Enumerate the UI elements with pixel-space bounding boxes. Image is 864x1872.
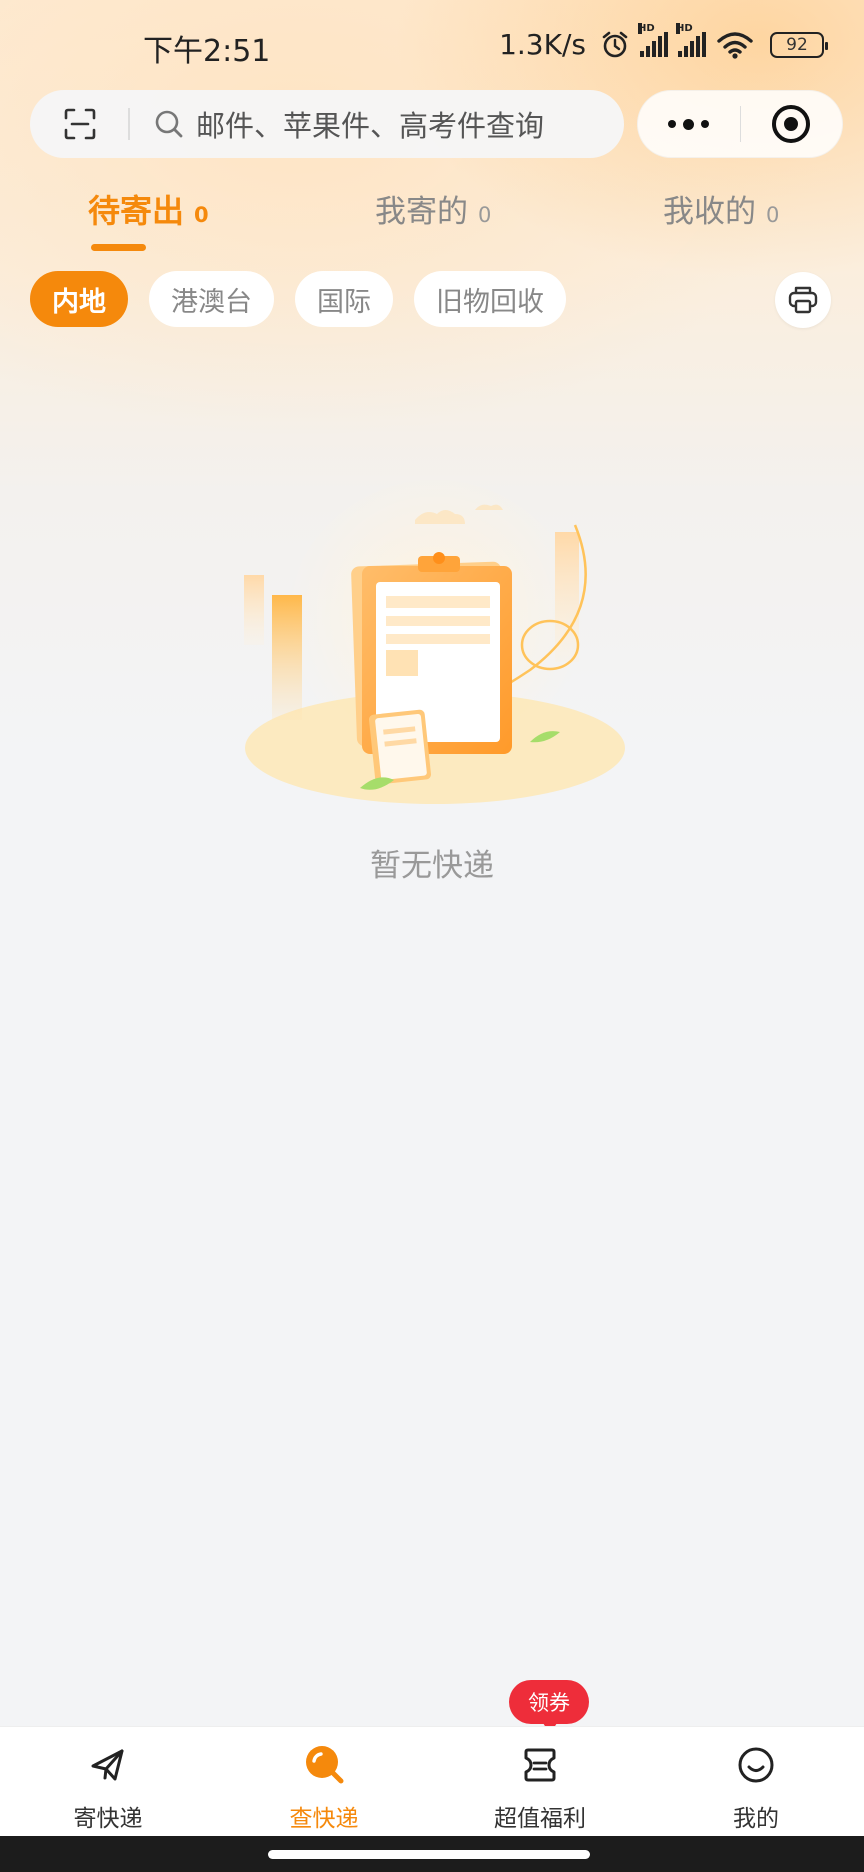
nav-mine[interactable]: 我的 <box>648 1727 864 1837</box>
search-icon <box>155 110 183 138</box>
more-dot-icon <box>701 120 710 128</box>
scan-button[interactable] <box>30 90 130 158</box>
battery-indicator: 92 <box>770 31 828 58</box>
more-button[interactable] <box>638 90 740 158</box>
signal-1-icon: HD <box>638 22 668 57</box>
smile-icon <box>734 1743 778 1787</box>
network-speed: 1.3K/s <box>499 28 586 61</box>
empty-state-message: 暂无快递 <box>370 848 494 884</box>
more-dot-icon <box>668 120 677 128</box>
tab-count: 0 <box>478 203 492 227</box>
tab-label: 我寄的 <box>375 194 468 230</box>
nav-label: 我的 <box>733 1806 779 1832</box>
shipment-tabs: 待寄出 0 我寄的 0 我收的 0 <box>0 186 864 256</box>
tab-count: 0 <box>766 203 780 227</box>
home-indicator[interactable] <box>268 1850 590 1859</box>
search-placeholder: 邮件、苹果件、高考件查询 <box>196 109 545 143</box>
printer-icon <box>788 286 818 314</box>
system-navigation-bar <box>0 1836 864 1872</box>
region-chip-mainland[interactable]: 内地 <box>30 271 128 327</box>
magnifier-icon <box>302 1743 346 1787</box>
tab-count: 0 <box>194 203 209 227</box>
search-bar[interactable]: 邮件、苹果件、高考件查询 <box>30 90 624 158</box>
tab-label: 我收的 <box>663 194 756 230</box>
target-icon <box>772 105 811 143</box>
nav-label: 查快递 <box>289 1806 359 1832</box>
status-icons: 1.3K/s HD HD 92 <box>499 22 828 61</box>
empty-clipboard-illustration <box>244 480 625 804</box>
miniprogram-capsule <box>637 90 843 158</box>
print-button[interactable] <box>775 272 831 328</box>
region-chip-recycle[interactable]: 旧物回收 <box>414 271 566 327</box>
status-time: 下午2:51 <box>143 34 271 69</box>
bottom-navigation: 寄快递 查快递 超值福利 我的 <box>0 1726 864 1836</box>
coupon-badge[interactable]: 领券 <box>509 1680 589 1734</box>
signal-2-icon: HD <box>676 22 706 57</box>
ticket-icon <box>518 1743 562 1787</box>
nav-label: 寄快递 <box>73 1806 143 1832</box>
nav-send-express[interactable]: 寄快递 <box>0 1727 216 1837</box>
close-miniprogram-button[interactable] <box>741 90 843 158</box>
region-filter: 内地 港澳台 国际 旧物回收 <box>30 271 566 327</box>
nav-track-express[interactable]: 查快递 <box>216 1727 432 1837</box>
status-bar: 下午2:51 1.3K/s HD HD 92 <box>0 0 864 92</box>
tab-received[interactable]: 我收的 0 <box>663 186 779 231</box>
paper-plane-icon <box>86 1743 130 1787</box>
nav-benefits[interactable]: 超值福利 <box>432 1727 648 1837</box>
search-input[interactable]: 邮件、苹果件、高考件查询 <box>130 103 624 145</box>
nav-label: 超值福利 <box>494 1806 586 1832</box>
alarm-icon <box>602 31 628 57</box>
wifi-icon <box>717 31 753 59</box>
tab-label: 待寄出 <box>88 192 185 230</box>
region-chip-hk-macau-taiwan[interactable]: 港澳台 <box>149 271 274 327</box>
tab-sent[interactable]: 我寄的 0 <box>375 186 491 231</box>
scan-icon <box>64 108 96 140</box>
active-tab-indicator <box>91 244 146 251</box>
tab-to-send[interactable]: 待寄出 0 <box>88 186 209 232</box>
region-chip-international[interactable]: 国际 <box>295 271 393 327</box>
more-dot-icon <box>683 118 695 130</box>
